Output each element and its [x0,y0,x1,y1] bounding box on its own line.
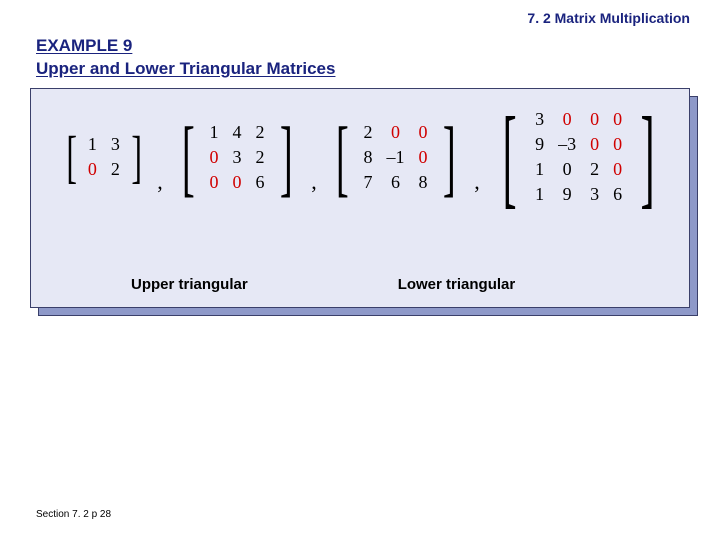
matrix-2: [ 142 032 006 ] [174,120,300,195]
cell: 0 [551,157,583,182]
example-number: EXAMPLE 9 [36,36,132,55]
cell: 1 [528,182,551,207]
cell: 0 [583,132,606,157]
panel: [ 13 02 ] , [ 142 032 006 ] [30,88,690,308]
cell: 6 [606,182,629,207]
matrix-3: [ 200 8–10 768 ] [328,120,463,195]
cell: 1 [528,157,551,182]
cell: 1 [203,120,226,145]
example-title: EXAMPLE 9 Upper and Lower Triangular Mat… [36,35,335,81]
matrix-4: [ 3000 9–300 1020 1936 ] [491,107,667,207]
cell: 0 [606,107,629,132]
cell: 4 [226,120,249,145]
section-header: 7. 2 Matrix Multiplication [527,10,690,26]
cell: 0 [583,107,606,132]
separator: , [157,169,163,195]
cell: 0 [380,120,412,145]
cell: 2 [583,157,606,182]
cell: 3 [104,132,127,157]
separator: , [474,169,480,195]
cell: –1 [380,145,412,170]
cell: 0 [551,107,583,132]
separator: , [311,169,317,195]
cell: 2 [357,120,380,145]
cell: 0 [606,157,629,182]
matrix-1: [ 13 02 ] [62,132,147,182]
cell: 0 [81,157,104,182]
matrix-row: [ 13 02 ] , [ 142 032 006 ] [31,89,689,211]
example-subtitle: Upper and Lower Triangular Matrices [36,58,335,81]
cell: 9 [528,132,551,157]
cell: 9 [551,182,583,207]
cell: 1 [81,132,104,157]
cell: 0 [203,145,226,170]
label-row: Upper triangular Lower triangular [31,276,689,293]
page-footer: Section 7. 2 p 28 [36,509,111,520]
cell: 7 [357,170,380,195]
cell: 2 [249,120,272,145]
label-lower: Lower triangular [398,276,516,293]
cell: 0 [412,120,435,145]
cell: 6 [249,170,272,195]
cell: 3 [226,145,249,170]
example-panel: [ 13 02 ] , [ 142 032 006 ] [30,88,690,308]
cell: 3 [583,182,606,207]
label-upper: Upper triangular [131,276,248,293]
cell: 2 [104,157,127,182]
cell: –3 [551,132,583,157]
cell: 8 [412,170,435,195]
cell: 0 [226,170,249,195]
cell: 0 [203,170,226,195]
cell: 0 [412,145,435,170]
cell: 8 [357,145,380,170]
cell: 2 [249,145,272,170]
cell: 0 [606,132,629,157]
cell: 3 [528,107,551,132]
cell: 6 [380,170,412,195]
